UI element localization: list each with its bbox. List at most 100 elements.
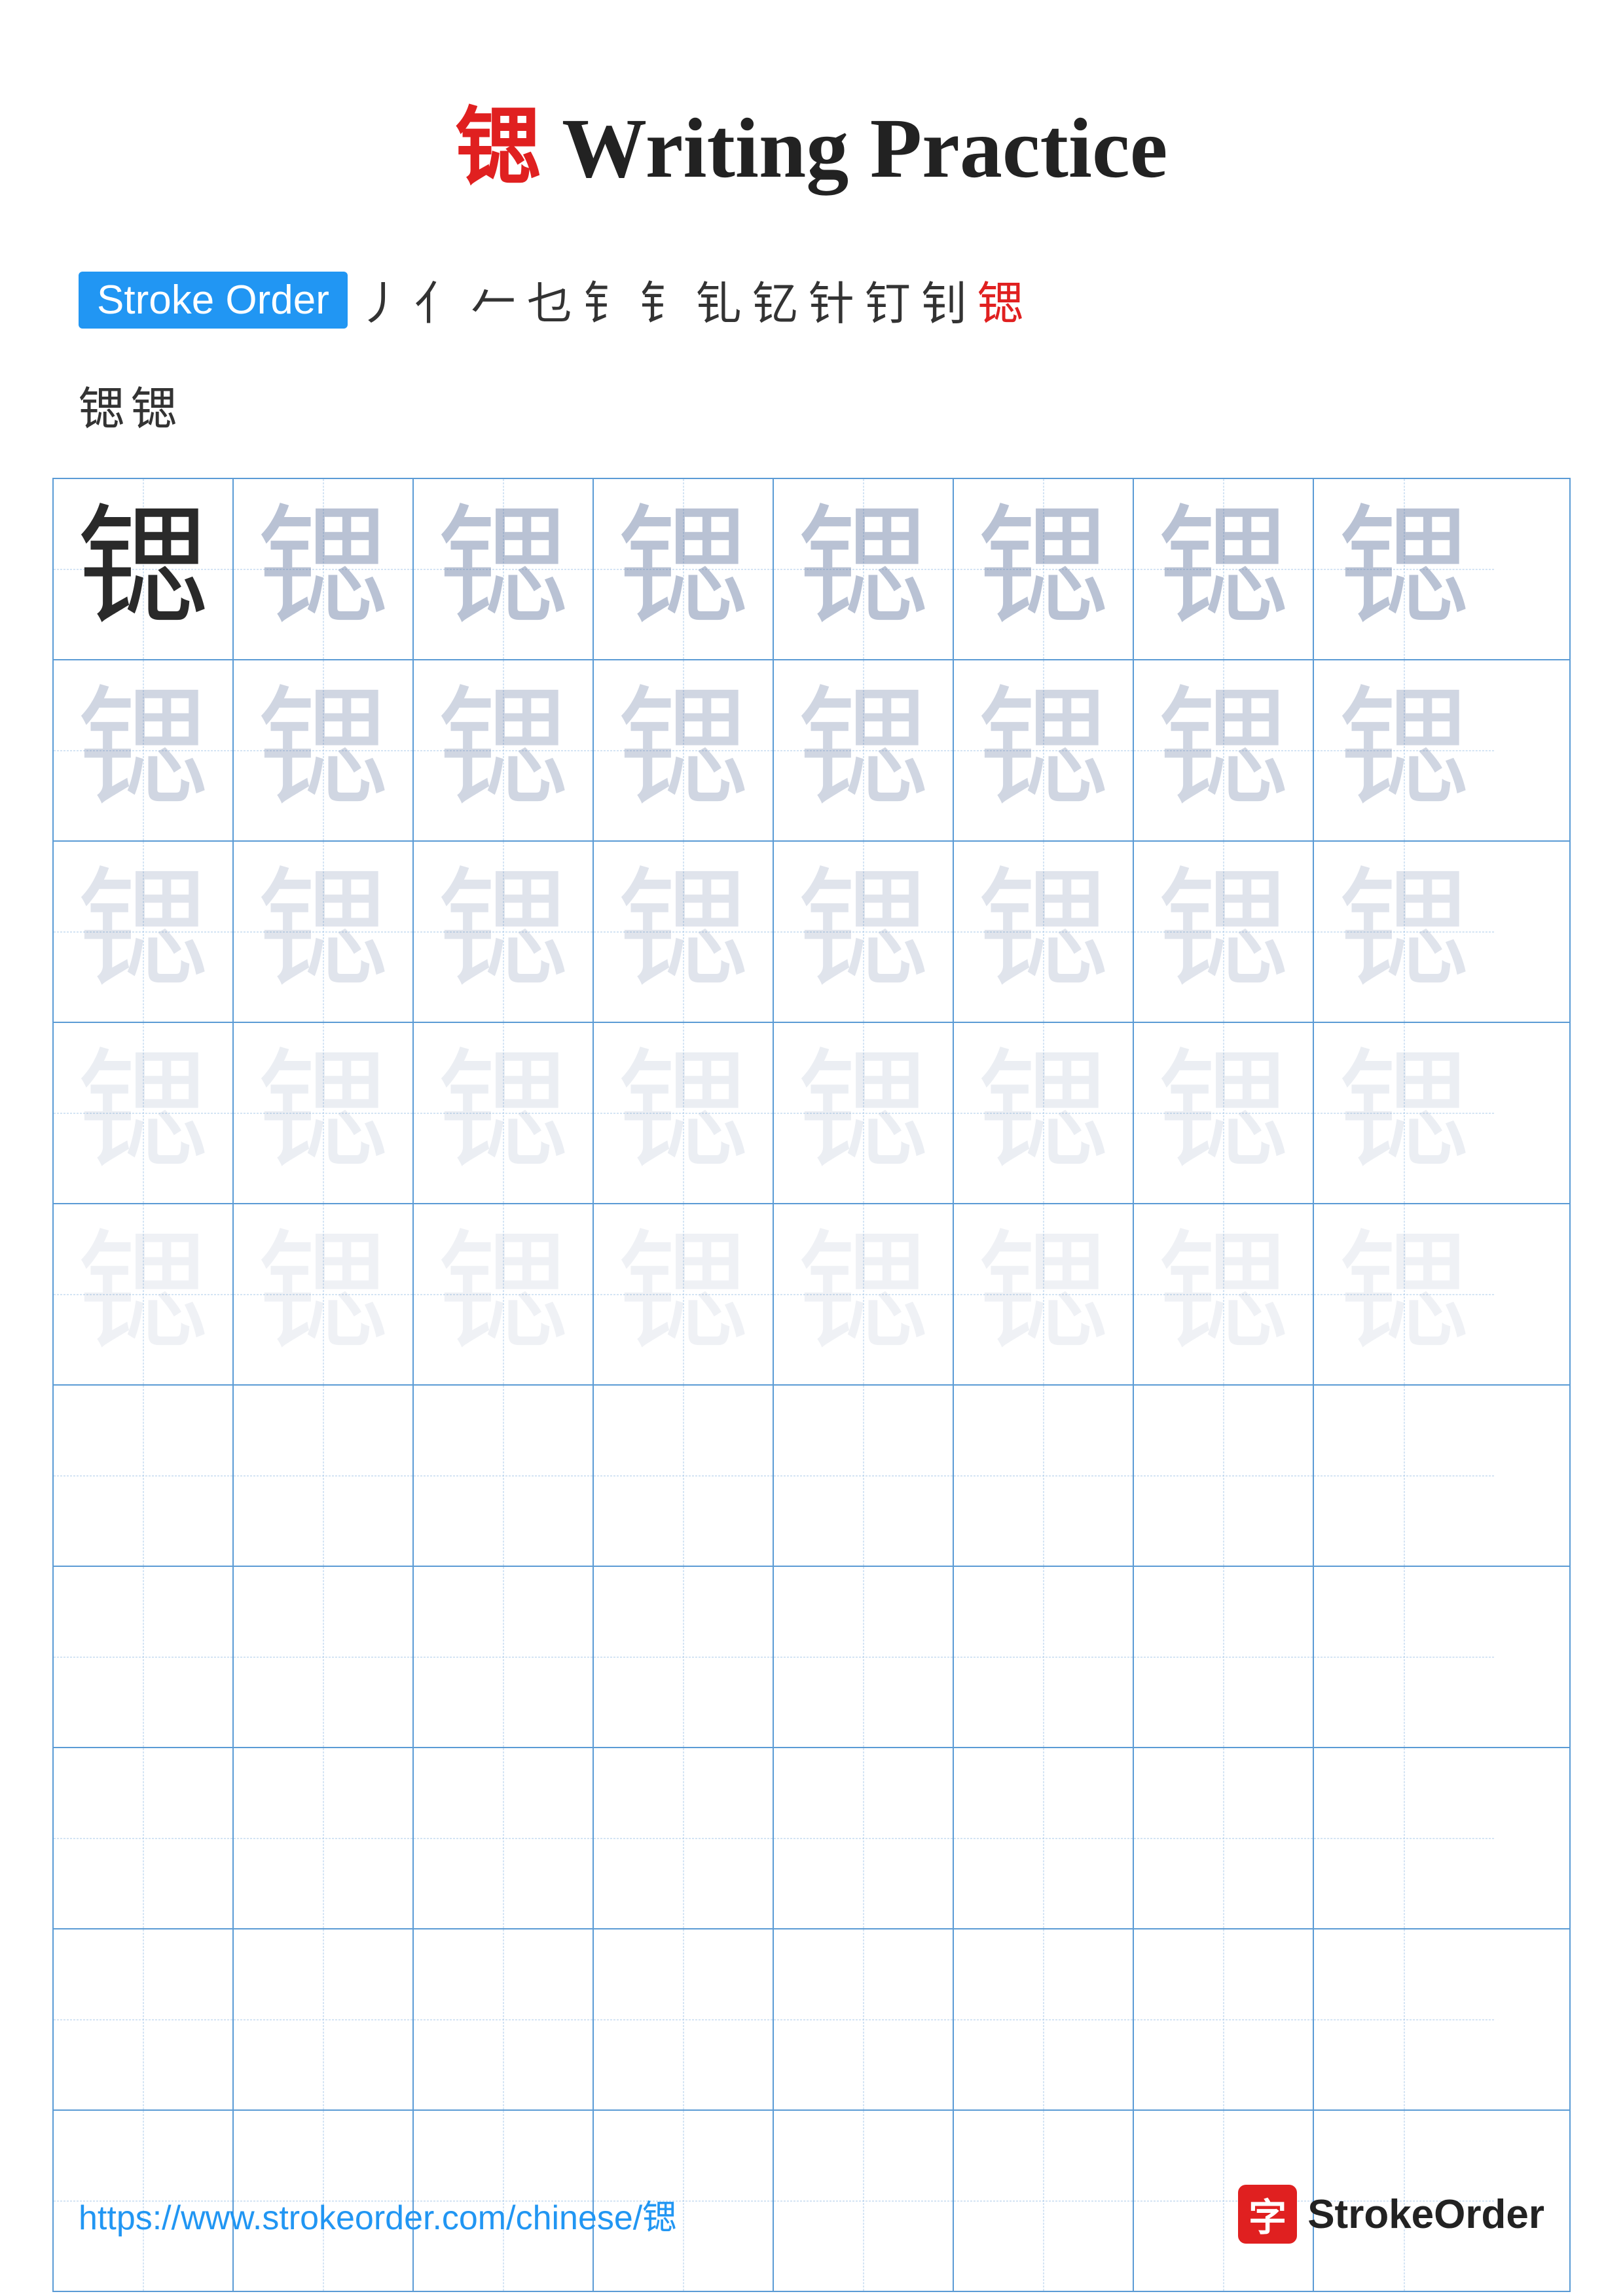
grid-cell[interactable] [774,1929,954,2109]
grid-cell[interactable] [1314,1748,1494,1928]
grid-cell: 锶 [954,842,1134,1022]
grid-cell[interactable] [774,1567,954,1747]
stroke-row2: 锶 锶 [0,372,1623,478]
grid-row-7 [54,1567,1569,1748]
grid-cell: 锶 [414,842,594,1022]
stroke-seq-7: 钆 [696,267,742,333]
grid-cell[interactable] [414,1567,594,1747]
grid-row-6 [54,1386,1569,1567]
brand-name: StrokeOrder [1307,2191,1544,2238]
grid-cell: 锶 [1314,1204,1494,1384]
grid-cell[interactable] [954,1567,1134,1747]
grid-cell[interactable] [774,1748,954,1928]
footer: https://www.strokeorder.com/chinese/锶 字 … [0,2185,1623,2244]
grid-cell[interactable] [234,1929,414,2109]
grid-cell[interactable] [954,1929,1134,2109]
stroke-sequence: 丿 亻 𠂉 乜 钅 钅 钆 钇 针 钉 钊 锶 [354,267,1027,333]
practice-grid: 锶 锶 锶 锶 锶 锶 锶 锶 锶 锶 锶 锶 锶 锶 锶 锶 锶 锶 锶 锶 … [52,478,1571,2292]
grid-cell: 锶 [234,1204,414,1384]
grid-cell: 锶 [414,660,594,840]
grid-cell: 锶 [774,660,954,840]
grid-cell: 锶 [594,660,774,840]
grid-cell[interactable] [54,1567,234,1747]
title-chinese-char: 锶 [456,101,541,196]
stroke-order-badge: Stroke Order [79,272,348,329]
grid-cell[interactable] [594,1929,774,2109]
grid-row-4: 锶 锶 锶 锶 锶 锶 锶 锶 [54,1023,1569,1204]
grid-cell[interactable] [774,1386,954,1566]
footer-brand: 字 StrokeOrder [1238,2185,1544,2244]
grid-row-3: 锶 锶 锶 锶 锶 锶 锶 锶 [54,842,1569,1023]
grid-cell: 锶 [954,1204,1134,1384]
grid-cell[interactable] [594,1386,774,1566]
grid-cell: 锶 [234,479,414,659]
grid-cell: 锶 [594,1204,774,1384]
grid-cell: 锶 [1314,660,1494,840]
grid-cell[interactable] [1134,1748,1314,1928]
grid-cell[interactable] [1134,1386,1314,1566]
grid-cell: 锶 [594,479,774,659]
grid-cell: 锶 [54,479,234,659]
grid-row-2: 锶 锶 锶 锶 锶 锶 锶 锶 [54,660,1569,842]
grid-cell: 锶 [1134,1204,1314,1384]
stroke-seq-1: 丿 [358,267,404,333]
stroke-seq-4: 乜 [527,267,573,333]
grid-cell[interactable] [954,1386,1134,1566]
grid-cell: 锶 [234,1023,414,1203]
brand-icon: 字 [1238,2185,1297,2244]
grid-cell: 锶 [774,1023,954,1203]
grid-cell: 锶 [54,842,234,1022]
grid-cell[interactable] [594,1567,774,1747]
stroke-seq-12: 锶 [977,267,1023,333]
grid-cell: 锶 [594,1023,774,1203]
grid-cell[interactable] [234,1386,414,1566]
grid-cell[interactable] [414,1386,594,1566]
grid-cell: 锶 [54,1204,234,1384]
grid-cell[interactable] [414,1929,594,2109]
grid-cell: 锶 [1314,479,1494,659]
grid-row-1: 锶 锶 锶 锶 锶 锶 锶 锶 [54,479,1569,660]
grid-cell[interactable] [1314,1386,1494,1566]
stroke-seq-9: 针 [809,267,854,333]
grid-cell: 锶 [1314,1023,1494,1203]
grid-cell[interactable] [414,1748,594,1928]
grid-cell[interactable] [1314,1929,1494,2109]
footer-url[interactable]: https://www.strokeorder.com/chinese/锶 [79,2190,676,2239]
grid-cell: 锶 [1314,842,1494,1022]
grid-cell: 锶 [234,842,414,1022]
grid-cell: 锶 [1134,660,1314,840]
grid-cell[interactable] [234,1748,414,1928]
grid-cell: 锶 [774,479,954,659]
grid-cell[interactable] [594,1748,774,1928]
grid-cell: 锶 [954,660,1134,840]
grid-cell[interactable] [54,1386,234,1566]
grid-cell[interactable] [954,1748,1134,1928]
grid-cell: 锶 [774,1204,954,1384]
stroke-seq-6: 钅 [640,267,685,333]
grid-cell: 锶 [954,479,1134,659]
stroke-seq-5: 钅 [583,267,629,333]
grid-cell[interactable] [54,1929,234,2109]
grid-cell[interactable] [1134,1567,1314,1747]
grid-cell: 锶 [954,1023,1134,1203]
page-title: 锶 Writing Practice [0,0,1623,241]
grid-cell[interactable] [54,1748,234,1928]
grid-cell: 锶 [1134,1023,1314,1203]
title-english: Writing Practice [541,101,1168,196]
grid-cell: 锶 [54,1023,234,1203]
stroke-seq-2: 亻 [414,267,460,333]
grid-cell[interactable] [234,1567,414,1747]
stroke-seq-8: 钇 [752,267,798,333]
grid-cell: 锶 [1134,479,1314,659]
grid-cell: 锶 [594,842,774,1022]
grid-cell: 锶 [774,842,954,1022]
grid-cell: 锶 [1134,842,1314,1022]
grid-cell: 锶 [54,660,234,840]
grid-cell[interactable] [1314,1567,1494,1747]
grid-row-9 [54,1929,1569,2111]
stroke-seq-11: 钊 [921,267,967,333]
stroke-order-section: Stroke Order 丿 亻 𠂉 乜 钅 钅 钆 钇 针 钉 钊 锶 [0,241,1623,372]
stroke-seq-3: 𠂉 [471,267,517,333]
stroke-seq-10: 钉 [865,267,911,333]
grid-cell[interactable] [1134,1929,1314,2109]
